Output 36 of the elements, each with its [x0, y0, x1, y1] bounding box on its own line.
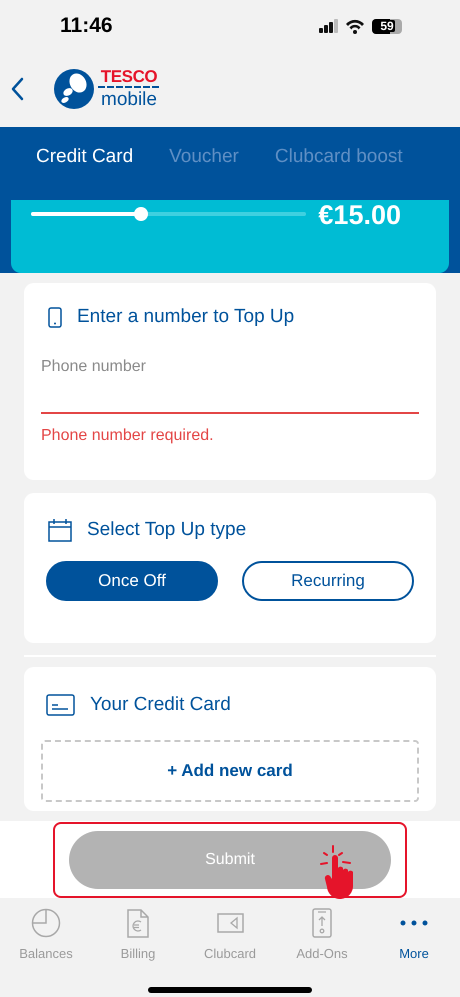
brand-stripes-icon [98, 86, 160, 89]
logo-icon [54, 68, 94, 108]
calendar-icon [48, 518, 72, 542]
pie-chart-icon [31, 908, 61, 938]
brand-name: TESCO [100, 68, 158, 85]
more-icon [400, 920, 428, 926]
phone-icon [48, 306, 62, 328]
phone-upload-icon [312, 908, 332, 938]
top-up-type-option[interactable]: Once Off [46, 560, 218, 600]
nav-item[interactable]: Billing [92, 907, 184, 963]
tab[interactable]: Voucher [169, 142, 239, 172]
phone-number-field[interactable]: Phone number [41, 352, 419, 414]
phone-number-input[interactable]: Phone number [41, 352, 419, 382]
top-up-type-option[interactable]: Recurring [242, 560, 414, 600]
credit-card-icon [46, 694, 75, 716]
bill-icon [127, 908, 149, 938]
nav-item[interactable]: More [368, 907, 460, 963]
wifi-icon [345, 18, 365, 34]
section-title: Enter a number to Top Up [77, 305, 294, 329]
battery-level: 59 [379, 20, 395, 32]
brand-subtitle: mobile [101, 90, 157, 109]
section-title: Your Credit Card [90, 693, 231, 717]
add-card-button[interactable]: + Add new card [41, 740, 419, 802]
nav-item[interactable]: Clubcard [184, 907, 276, 963]
tab[interactable]: Credit Card [36, 142, 134, 172]
tab[interactable]: Clubcard boost [274, 142, 403, 172]
card-icon [216, 913, 244, 933]
nav-item[interactable]: Add-Ons [276, 907, 368, 963]
section-title: Select Top Up type [87, 518, 246, 542]
back-icon [10, 76, 24, 100]
amount-slider[interactable] [31, 207, 306, 221]
status-time: 11:46 [60, 13, 113, 40]
error-message: Phone number required. [41, 426, 215, 446]
nav-item[interactable]: Balances [0, 907, 92, 963]
signal-icon [319, 19, 338, 33]
amount-value: €15.00 [318, 202, 401, 229]
